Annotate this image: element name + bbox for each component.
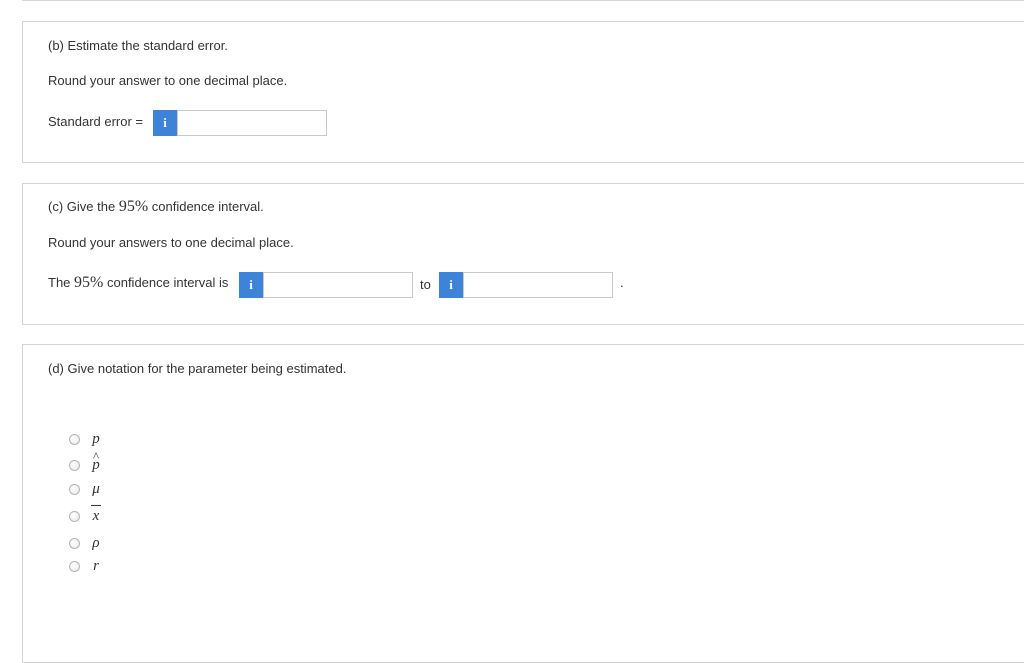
end-period: . (620, 275, 624, 290)
option-x-bar[interactable]: x (69, 505, 102, 525)
radio-button[interactable] (69, 510, 80, 522)
question-card-b: (b) Estimate the standard error. Round y… (22, 21, 1024, 163)
question-text-b: (b) Estimate the standard error. (48, 38, 228, 53)
option-mu[interactable]: μ (69, 480, 102, 498)
question-prefix-c: (c) Give the (48, 199, 116, 214)
option-r[interactable]: r (69, 557, 102, 575)
radio-button[interactable] (69, 560, 80, 572)
option-symbol-mu: μ (92, 481, 100, 497)
instruction-text-c: Round your answers to one decimal place. (48, 235, 294, 250)
confidence-level-math: 95% (118, 198, 149, 215)
option-symbol-p: p (92, 431, 100, 447)
lower-bound-input[interactable] (263, 272, 413, 298)
option-symbol-x-bar: x (90, 505, 102, 525)
info-icon[interactable]: i (239, 272, 263, 298)
option-symbol-rho: ρ (92, 535, 100, 551)
option-rho[interactable]: ρ (69, 534, 102, 552)
standard-error-input[interactable] (177, 110, 327, 136)
field-confidence-math: 95% (74, 274, 104, 291)
option-p[interactable]: p (69, 430, 102, 448)
radio-button[interactable] (69, 483, 80, 495)
option-symbol-r: r (93, 558, 99, 574)
field-suffix-c: confidence interval is (106, 275, 229, 290)
radio-button[interactable] (69, 433, 80, 445)
interval-connector-text: to (420, 277, 431, 292)
upper-bound-input[interactable] (463, 272, 613, 298)
option-p-hat[interactable]: p (69, 448, 102, 474)
top-divider (22, 0, 1024, 1)
question-text-d: (d) Give notation for the parameter bein… (48, 361, 347, 376)
instruction-text-b: Round your answer to one decimal place. (48, 73, 288, 88)
field-prefix-c: The (48, 275, 71, 290)
info-icon[interactable]: i (439, 272, 463, 298)
option-symbol-p-hat: p (90, 448, 102, 474)
info-icon[interactable]: i (153, 110, 177, 136)
radio-button[interactable] (69, 459, 80, 471)
radio-button[interactable] (69, 537, 80, 549)
confidence-interval-label: The 95% confidence interval is (48, 275, 228, 291)
question-card-d: (d) Give notation for the parameter bein… (22, 344, 1024, 663)
question-card-c: (c) Give the 95% confidence interval. Ro… (22, 183, 1024, 325)
question-text-c: (c) Give the 95% confidence interval. (48, 199, 264, 215)
question-suffix-c: confidence interval. (151, 199, 264, 214)
standard-error-label: Standard error = (48, 114, 144, 129)
